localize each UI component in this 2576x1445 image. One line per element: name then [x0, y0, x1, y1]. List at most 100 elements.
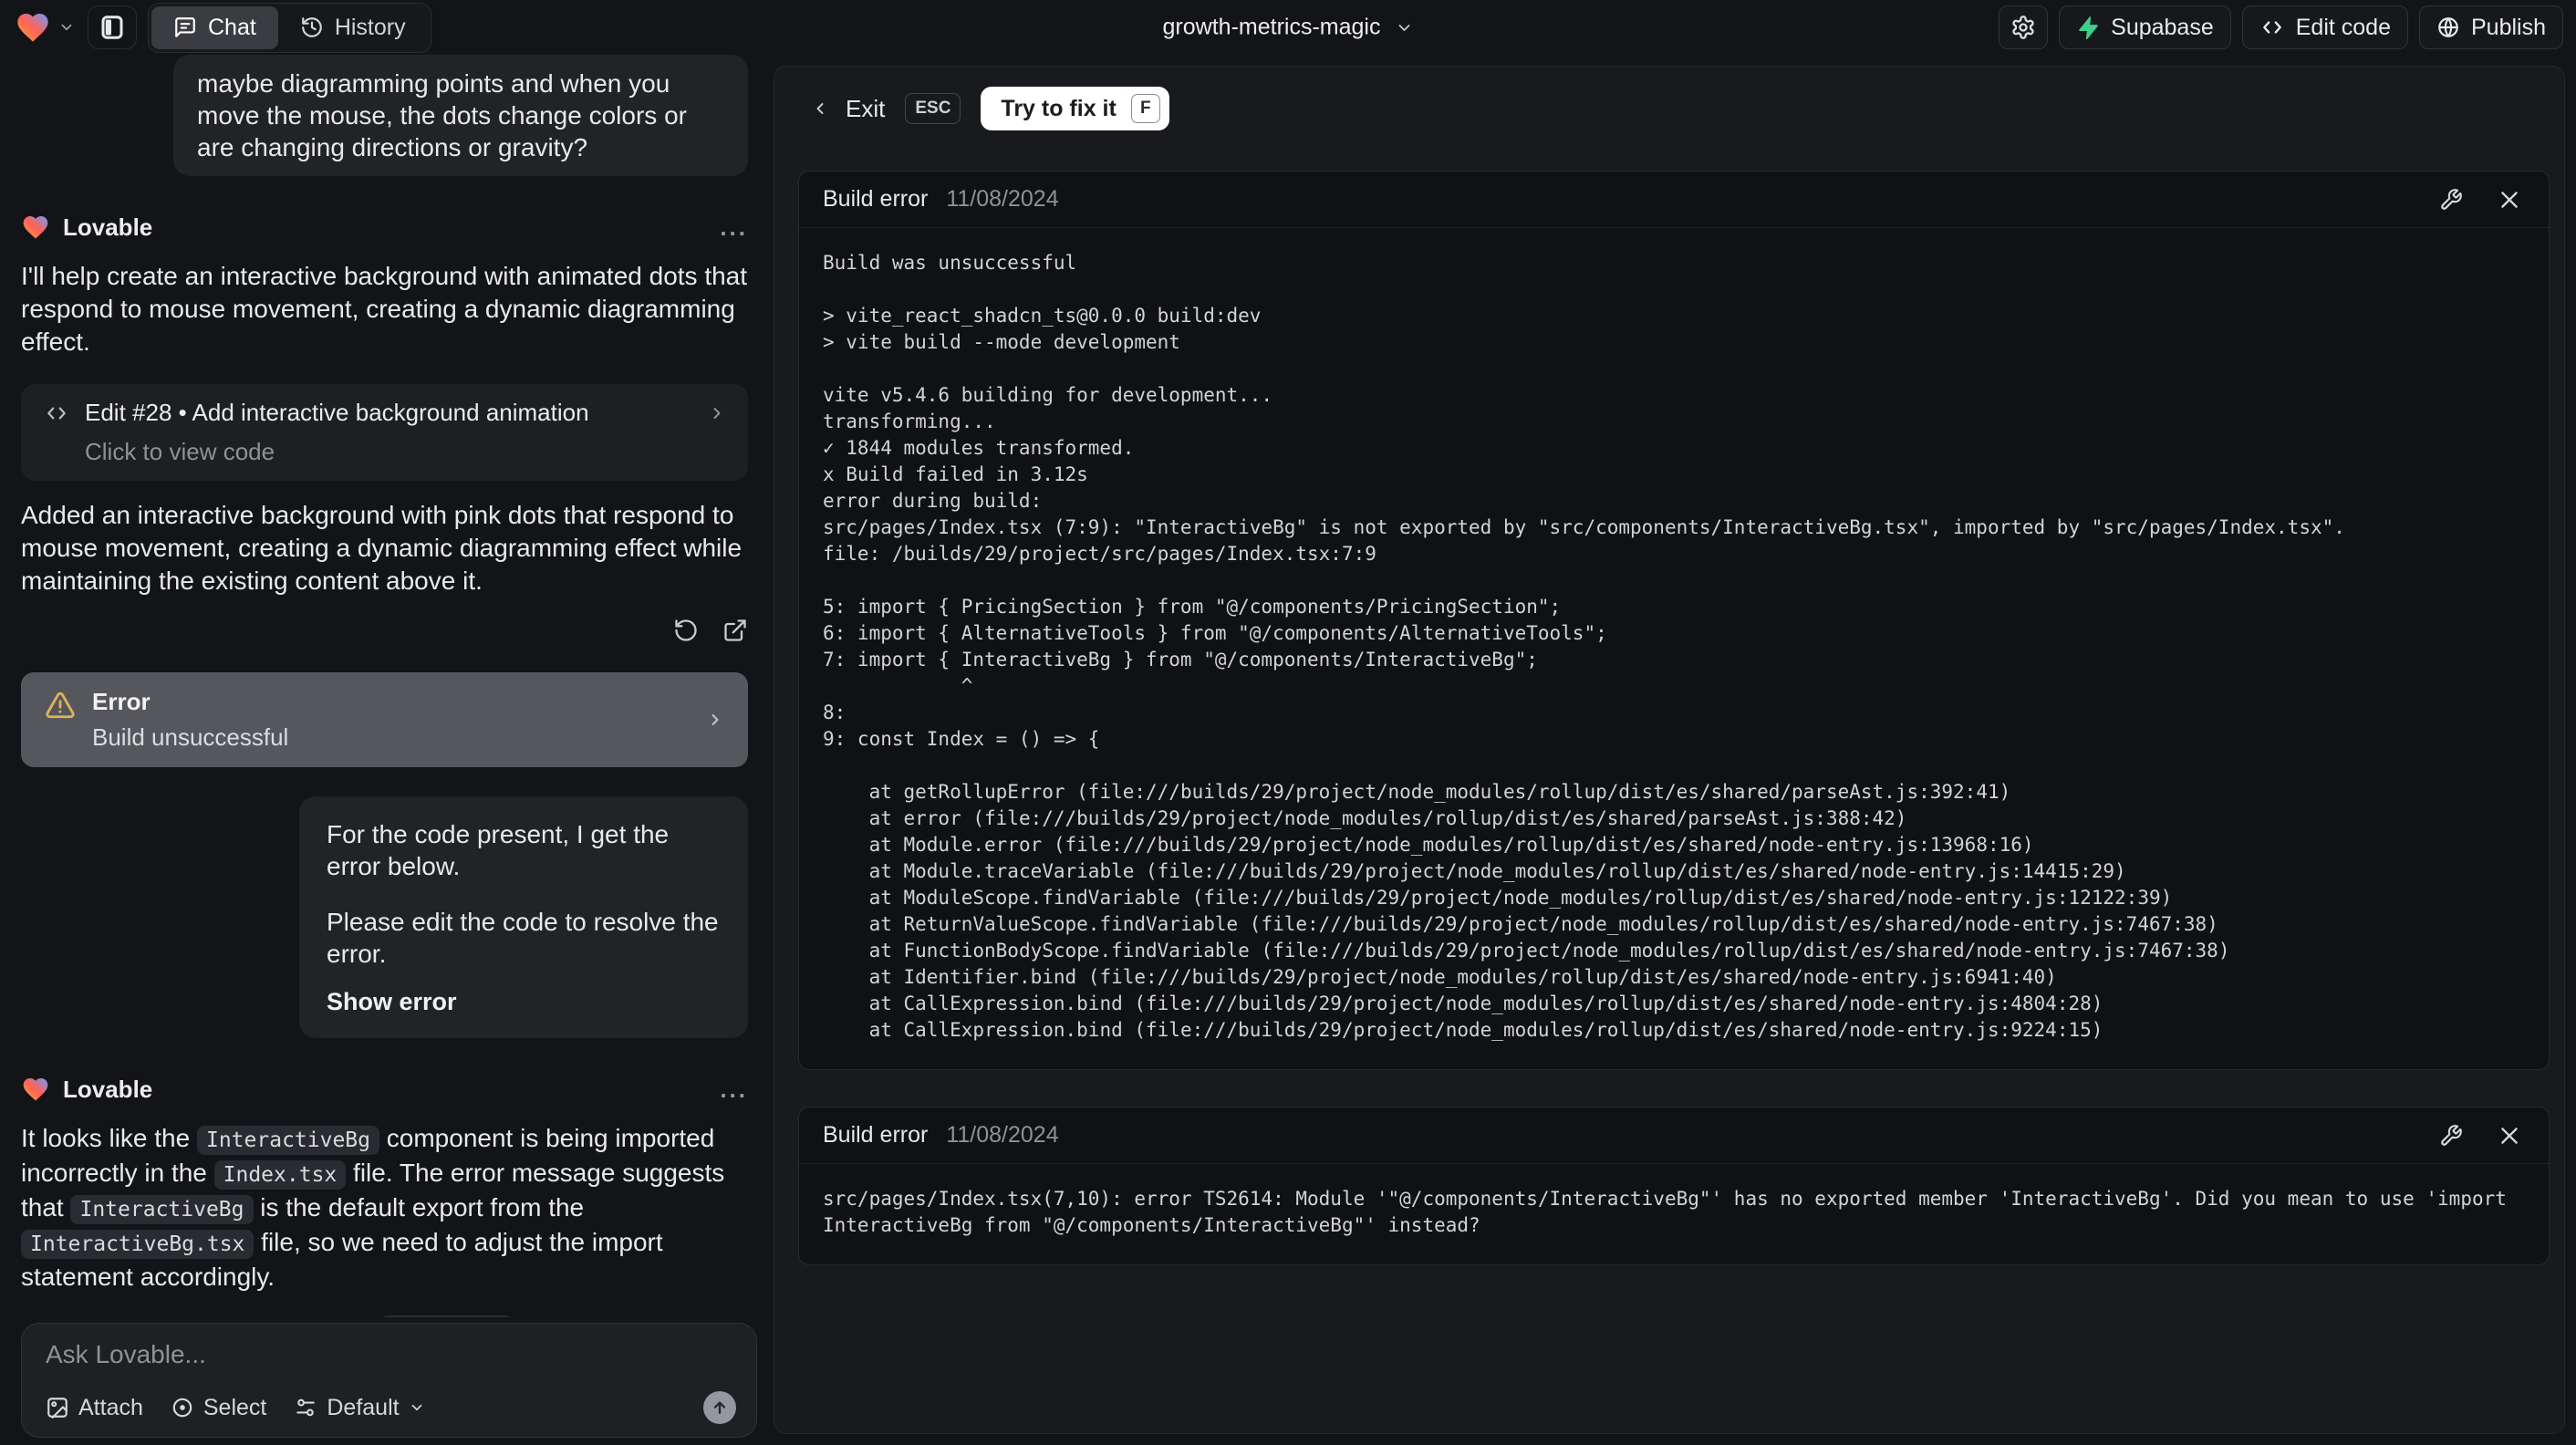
chevron-right-icon: [706, 708, 724, 732]
panel-left-icon: [99, 13, 126, 42]
user-message-line: Please edit the code to resolve the erro…: [327, 908, 719, 968]
chevron-down-icon: [58, 19, 75, 36]
chevron-right-icon: [708, 402, 726, 424]
dismiss-error-button[interactable]: [2498, 1124, 2521, 1148]
edit-card-title: Edit #28 • Add interactive background an…: [85, 399, 589, 426]
mode-default-label: Default: [327, 1394, 400, 1420]
tab-history-label: History: [334, 14, 406, 40]
project-name: growth-metrics-magic: [1162, 14, 1381, 40]
open-preview-button[interactable]: [722, 618, 748, 643]
select-button[interactable]: Select: [171, 1395, 266, 1421]
exit-button[interactable]: Exit: [811, 95, 885, 123]
build-error-actions: [2439, 188, 2521, 212]
try-to-fix-label: Try to fix it: [1001, 95, 1117, 121]
tab-history[interactable]: History: [278, 6, 428, 49]
edit-card-title-row: Edit #28 • Add interactive background an…: [43, 399, 726, 427]
build-error-actions: [2439, 1124, 2521, 1148]
fix-with-ai-button[interactable]: [2439, 188, 2463, 212]
lovable-logo-menu[interactable]: [13, 7, 77, 47]
show-error-button[interactable]: Show error: [327, 988, 457, 1016]
close-icon: [2498, 188, 2521, 212]
assistant-name: Lovable: [63, 1075, 153, 1103]
message-action-row: [21, 618, 748, 643]
project-switcher[interactable]: growth-metrics-magic: [1163, 15, 1414, 41]
tab-chat-label: Chat: [208, 14, 256, 40]
lovable-heart-icon: [21, 1075, 50, 1104]
view-switcher: Chat History: [148, 2, 431, 53]
try-to-fix-button[interactable]: Try to fix it F: [981, 87, 1169, 130]
assistant-text: Added an interactive background with pin…: [21, 501, 743, 595]
lovable-heart-icon: [15, 9, 51, 46]
chevron-down-icon: [409, 1399, 425, 1416]
supabase-bolt-icon: [2076, 16, 2100, 39]
attach-button[interactable]: Attach: [46, 1395, 143, 1421]
sidebar-toggle-button[interactable]: [88, 5, 137, 49]
build-error-log-card: Build error 11/08/2024 src/pages/Index.t…: [798, 1107, 2550, 1265]
history-clock-icon: [300, 16, 324, 39]
arrow-up-icon: [711, 1398, 729, 1417]
topbar-right: Supabase Edit code Publish: [1999, 5, 2563, 49]
globe-icon: [2436, 16, 2460, 39]
publish-button[interactable]: Publish: [2419, 5, 2563, 49]
chat-message-list[interactable]: maybe diagramming points and when you mo…: [0, 55, 763, 1317]
assistant-name: Lovable: [63, 213, 153, 241]
build-error-title: Build error: [823, 1122, 929, 1148]
build-error-log[interactable]: src/pages/Index.tsx(7,10): error TS2614:…: [799, 1164, 2549, 1264]
build-error-header: Build error 11/08/2024: [799, 1107, 2549, 1164]
restore-version-button[interactable]: [673, 618, 699, 643]
composer: Attach Select Default: [21, 1323, 757, 1438]
user-message: For the code present, I get the error be…: [299, 796, 748, 1038]
error-card-subtitle: Build unsuccessful: [92, 723, 289, 751]
user-message-line: For the code present, I get the error be…: [327, 820, 670, 880]
topbar-left: Chat History: [13, 2, 431, 53]
assistant-message-header: Lovable ...: [21, 1075, 748, 1104]
chevron-down-icon: [1395, 18, 1413, 36]
f-key-badge: F: [1130, 94, 1160, 123]
build-error-header: Build error 11/08/2024: [799, 172, 2549, 228]
publish-button-label: Publish: [2471, 14, 2546, 40]
edit-code-button-label: Edit code: [2295, 14, 2391, 40]
wrench-icon: [2439, 1124, 2463, 1148]
supabase-button[interactable]: Supabase: [2059, 5, 2231, 49]
message-more-button[interactable]: ...: [720, 1076, 748, 1104]
send-button[interactable]: [703, 1391, 736, 1424]
sliders-icon: [294, 1396, 317, 1419]
esc-key-badge: ESC: [905, 93, 961, 124]
tab-chat[interactable]: Chat: [151, 5, 278, 49]
build-error-date: 11/08/2024: [946, 1122, 1059, 1148]
assistant-message-header: Lovable ...: [21, 213, 748, 242]
attach-image-icon: [46, 1396, 69, 1419]
edit-card-subtitle: Click to view code: [85, 438, 275, 465]
select-button-label: Select: [203, 1394, 267, 1420]
composer-toolbar: Attach Select Default: [46, 1391, 736, 1424]
assistant-text-rich: It looks like the InteractiveBg componen…: [21, 1124, 725, 1291]
dismiss-error-button[interactable]: [2498, 188, 2521, 212]
topbar: Chat History growth-metrics-magic Supaba…: [0, 0, 2576, 55]
code-brackets-icon: [2259, 16, 2285, 39]
target-icon: [171, 1396, 194, 1419]
edit-card-28[interactable]: Edit #28 • Add interactive background an…: [21, 384, 748, 481]
error-card-title: Error: [92, 688, 151, 715]
assistant-text-rich: Let's fix the import statement in Index.…: [21, 1312, 748, 1317]
external-link-icon: [722, 618, 748, 643]
build-error-title: Build error: [823, 186, 929, 212]
message-more-button[interactable]: ...: [720, 213, 748, 242]
build-error-log[interactable]: Build was unsuccessful > vite_react_shad…: [799, 228, 2549, 1069]
preview-header: Exit ESC Try to fix it F: [774, 87, 2564, 130]
chat-bubble-icon: [173, 16, 197, 39]
supabase-button-label: Supabase: [2111, 14, 2214, 40]
chat-panel: maybe diagramming points and when you mo…: [0, 55, 763, 1445]
fix-with-ai-button[interactable]: [2439, 1124, 2463, 1148]
build-error-log-card: Build error 11/08/2024 Build was unsucce…: [798, 171, 2550, 1070]
error-card-texts: Error Build unsuccessful: [92, 688, 288, 752]
mode-default-button[interactable]: Default: [294, 1395, 424, 1421]
chat-input[interactable]: [46, 1340, 736, 1375]
build-error-chat-card[interactable]: Error Build unsuccessful: [21, 672, 748, 767]
user-message: maybe diagramming points and when you mo…: [173, 55, 748, 176]
warning-triangle-icon: [45, 690, 76, 721]
code-brackets-icon: [43, 401, 70, 425]
chevron-left-icon: [811, 98, 829, 120]
exit-button-label: Exit: [846, 94, 886, 122]
edit-code-button[interactable]: Edit code: [2241, 5, 2408, 49]
settings-button[interactable]: [1999, 5, 2049, 49]
